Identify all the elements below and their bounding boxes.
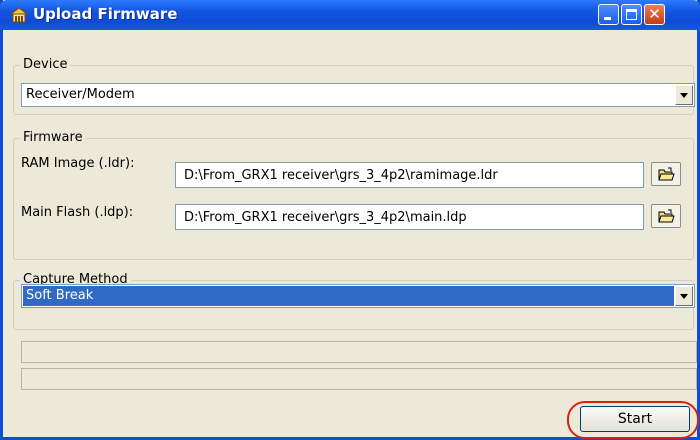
capture-method-dropdown[interactable]: Soft Break <box>21 284 695 308</box>
main-flash-label: Main Flash (.ldp): <box>21 205 134 220</box>
ram-image-field[interactable]: D:\From_GRX1 receiver\grs_3_4p2\ramimage… <box>175 162 644 188</box>
app-icon <box>9 7 29 23</box>
maximize-icon <box>626 9 637 20</box>
device-selected-value: Receiver/Modem <box>26 87 135 102</box>
capture-method-selected-value: Soft Break <box>23 286 674 306</box>
minimize-button[interactable] <box>598 4 619 25</box>
title-bar[interactable]: Upload Firmware ✕ <box>0 0 700 30</box>
window-title: Upload Firmware <box>33 5 178 23</box>
start-button[interactable]: Start <box>580 406 690 432</box>
minimize-icon <box>604 17 611 20</box>
status-bar-1 <box>21 341 697 363</box>
device-dropdown[interactable]: Receiver/Modem <box>21 83 695 107</box>
main-flash-browse-button[interactable] <box>651 204 681 228</box>
chevron-down-icon[interactable] <box>675 85 693 105</box>
folder-open-icon <box>658 209 675 223</box>
folder-open-icon <box>658 167 675 181</box>
device-legend: Device <box>20 57 71 73</box>
chevron-down-icon[interactable] <box>675 286 693 306</box>
close-icon: ✕ <box>648 5 661 23</box>
main-flash-field[interactable]: D:\From_GRX1 receiver\grs_3_4p2\main.ldp <box>175 204 644 230</box>
status-bar-2 <box>21 368 697 390</box>
firmware-legend: Firmware <box>20 130 86 146</box>
maximize-button[interactable] <box>621 4 642 25</box>
close-button[interactable]: ✕ <box>644 4 665 25</box>
ram-image-browse-button[interactable] <box>651 162 681 186</box>
ram-image-label: RAM Image (.ldr): <box>21 156 135 171</box>
